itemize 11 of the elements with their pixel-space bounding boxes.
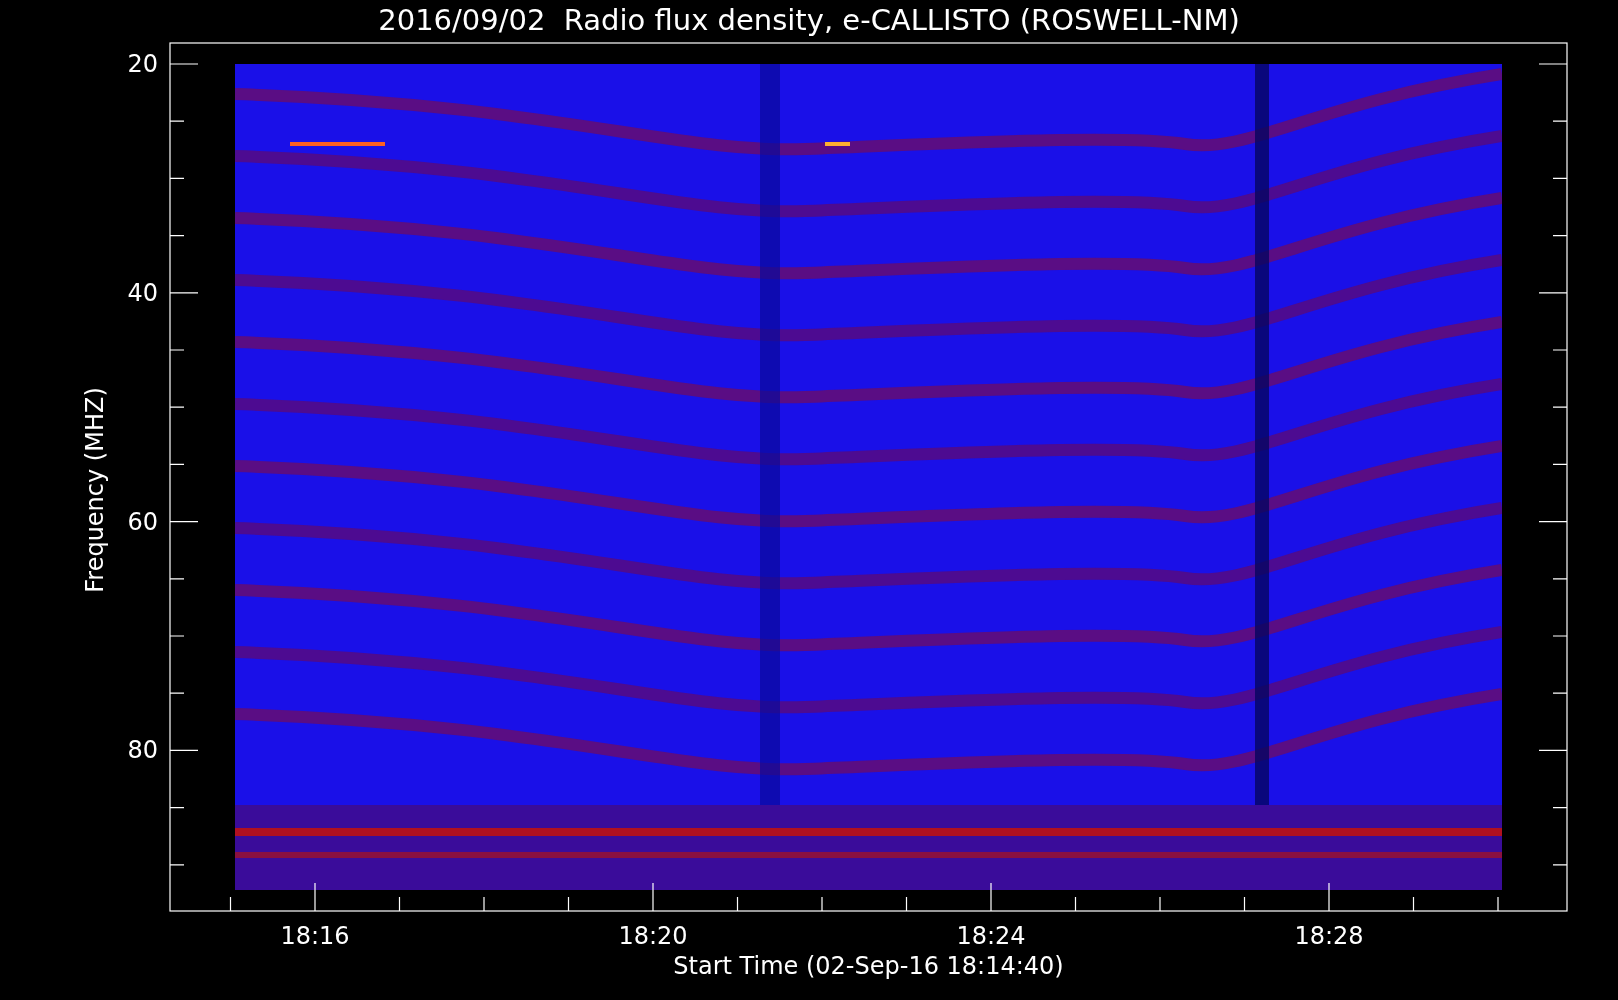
y-tick-label: 20 [126,50,158,78]
x-tick-label: 18:28 [1293,922,1365,950]
x-tick-label: 18:24 [955,922,1027,950]
y-tick-label: 60 [126,507,158,536]
y-tick-label: 80 [126,736,158,765]
y-axis-label: Frequency (MHZ) [81,387,109,593]
x-tick-label: 18:20 [617,922,689,950]
y-tick-label: 40 [126,278,158,307]
x-tick-label: 18:16 [279,922,351,950]
x-axis-label: Start Time (02-Sep-16 18:14:40) [673,951,1064,982]
chart-title: 2016/09/02 Radio flux density, e-CALLISTO (ROSWELL-NM) [378,2,1240,39]
